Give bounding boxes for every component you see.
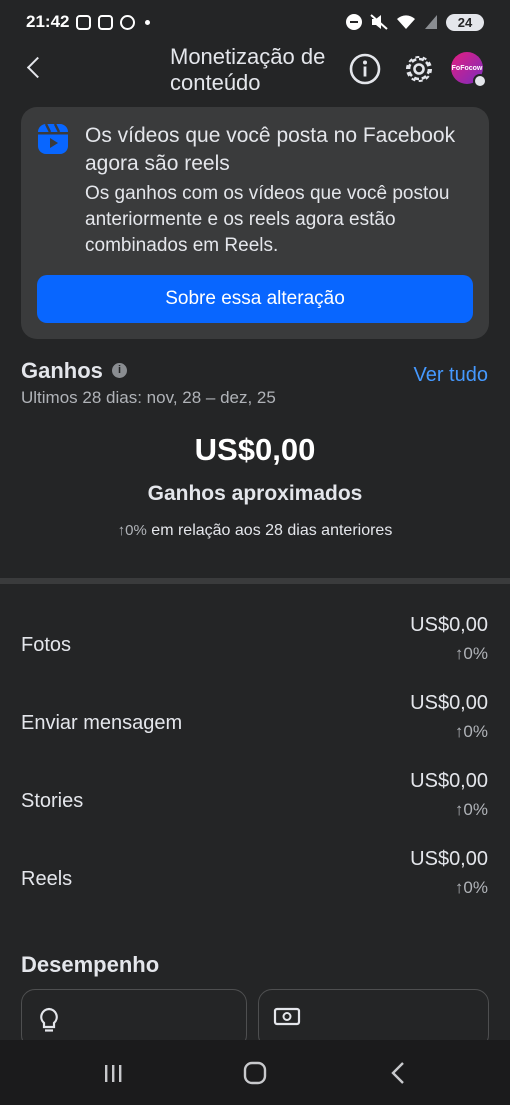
info-icon[interactable]	[348, 52, 382, 86]
earnings-row-messages[interactable]: Enviar mensagem US$0,00 ↑0%	[0, 688, 510, 766]
earnings-comparison: ↑0% em relação aos 28 dias anteriores	[0, 522, 510, 540]
page-title: Monetização de conteúdo	[170, 44, 326, 92]
row-value: US$0,00	[410, 770, 488, 792]
comparison-percent: ↑0%	[117, 522, 147, 539]
screenshot-icon	[98, 14, 114, 30]
notice-body: Os ganhos com os vídeos que você postou …	[85, 183, 450, 256]
avatar[interactable]: FoFocow	[451, 52, 487, 88]
avatar-text: FoFocow	[451, 64, 483, 72]
dnd-icon	[346, 14, 362, 30]
performance-title: Desempenho	[21, 952, 160, 977]
row-label: Enviar mensagem	[21, 712, 183, 734]
row-value: US$0,00	[410, 692, 488, 714]
row-value: US$0,00	[410, 848, 488, 870]
status-bar-left: 21:42	[26, 12, 151, 32]
earnings-row-stories[interactable]: Stories US$0,00 ↑0%	[0, 766, 510, 844]
earnings-row-reels[interactable]: Reels US$0,00 ↑0%	[0, 844, 510, 922]
money-icon	[273, 1007, 301, 1026]
system-navigation-bar	[0, 1040, 510, 1105]
nav-back-icon[interactable]	[384, 1058, 414, 1088]
total-earnings: US$0,00	[194, 432, 316, 467]
period-label: Ultimos 28 dias:	[21, 388, 142, 407]
signal-icon	[425, 15, 437, 29]
gear-icon[interactable]	[402, 52, 436, 86]
section-divider	[0, 578, 510, 584]
instagram-icon	[76, 14, 92, 30]
total-earnings-label: Ganhos aproximados	[147, 482, 363, 505]
notification-dot	[145, 19, 151, 25]
status-bar-right: 24	[346, 13, 484, 31]
row-change: ↑0%	[454, 800, 488, 819]
wifi-icon	[397, 15, 415, 29]
row-label: Reels	[21, 868, 73, 890]
reels-notice-card: Os vídeos que você posta no Facebook ago…	[21, 107, 489, 339]
earnings-period: Ultimos 28 dias: nov, 28 – dez, 25	[21, 388, 276, 408]
chevron-down-icon	[473, 74, 487, 88]
row-change: ↑0%	[454, 722, 488, 741]
row-change: ↑0%	[454, 644, 488, 663]
app-bar: Monetização de conteúdo FoFocow	[0, 44, 510, 92]
row-value: US$0,00	[410, 614, 488, 636]
about-change-button[interactable]: Sobre essa alteração	[37, 275, 473, 323]
period-range: nov, 28 – dez, 25	[146, 388, 276, 407]
row-label: Fotos	[21, 634, 72, 656]
row-label: Stories	[21, 790, 84, 812]
lightbulb-icon	[40, 1007, 58, 1032]
status-bar: 21:42 24	[0, 0, 510, 44]
earnings-info-icon[interactable]: i	[112, 363, 127, 378]
earnings-title: Ganhos	[21, 358, 103, 383]
mute-icon	[370, 14, 388, 30]
home-icon[interactable]	[240, 1058, 270, 1088]
battery-indicator: 24	[446, 13, 484, 31]
recents-icon[interactable]	[98, 1058, 128, 1088]
earnings-row-fotos[interactable]: Fotos US$0,00 ↑0%	[0, 610, 510, 688]
back-button[interactable]	[24, 54, 48, 82]
status-time: 21:42	[26, 12, 70, 31]
row-change: ↑0%	[454, 878, 488, 897]
notice-title: Os vídeos que você posta no Facebook ago…	[85, 124, 456, 175]
comparison-text: em relação aos 28 dias anteriores	[151, 522, 393, 539]
reels-icon	[38, 123, 68, 154]
see-all-link[interactable]: Ver tudo	[380, 364, 488, 387]
whatsapp-icon	[120, 14, 136, 30]
